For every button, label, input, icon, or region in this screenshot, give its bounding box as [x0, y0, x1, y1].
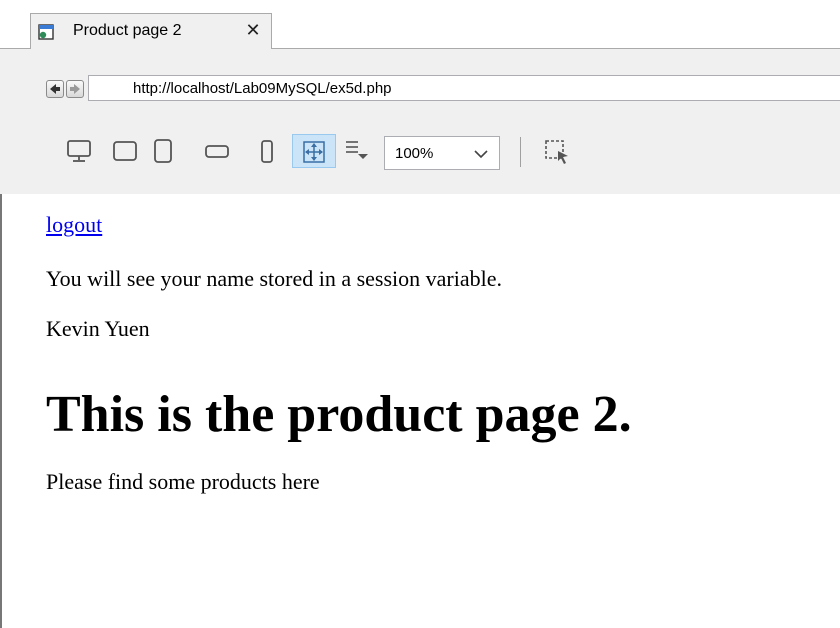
inspect-icon[interactable]: [544, 139, 570, 165]
desktop-icon[interactable]: [66, 138, 92, 164]
zoom-value: 100%: [395, 145, 434, 162]
fit-to-window-button[interactable]: [292, 134, 336, 168]
toolbar-separator: [520, 137, 521, 167]
close-icon[interactable]: ✕: [243, 21, 263, 41]
session-message: You will see your name stored in a sessi…: [46, 266, 503, 291]
chevron-down-icon: [474, 150, 488, 159]
url-text: http://localhost/Lab09MySQL/ex5d.php: [133, 80, 392, 97]
logout-link[interactable]: logout: [46, 212, 836, 238]
arrow-left-icon: [50, 84, 60, 94]
tab-strip: Product page 2 ✕: [0, 0, 840, 49]
page-body: logout You will see your name stored in …: [46, 212, 836, 495]
arrow-right-icon: [70, 84, 80, 94]
wrap-icon[interactable]: [344, 138, 370, 164]
tab-product-page-2[interactable]: Product page 2 ✕: [30, 13, 272, 49]
phone-icon[interactable]: [258, 138, 276, 164]
zoom-select[interactable]: 100%: [384, 136, 500, 170]
user-name: Kevin Yuen: [46, 316, 150, 341]
tab-title: Product page 2: [73, 22, 182, 39]
browser-chrome: Product page 2 ✕ http://localhost/Lab09M…: [0, 0, 840, 194]
page-icon: [38, 24, 54, 40]
tablet-icon[interactable]: [152, 138, 174, 164]
page-viewport: logout You will see your name stored in …: [0, 194, 840, 628]
address-bar[interactable]: http://localhost/Lab09MySQL/ex5d.php: [88, 75, 840, 101]
laptop-icon[interactable]: [112, 138, 138, 164]
page-heading: This is the product page 2.: [46, 386, 632, 443]
forward-button[interactable]: [66, 80, 84, 98]
fit-to-window-icon: [303, 141, 325, 163]
back-button[interactable]: [46, 80, 64, 98]
tablet-landscape-icon[interactable]: [204, 138, 230, 164]
body-text: Please find some products here: [46, 469, 320, 495]
